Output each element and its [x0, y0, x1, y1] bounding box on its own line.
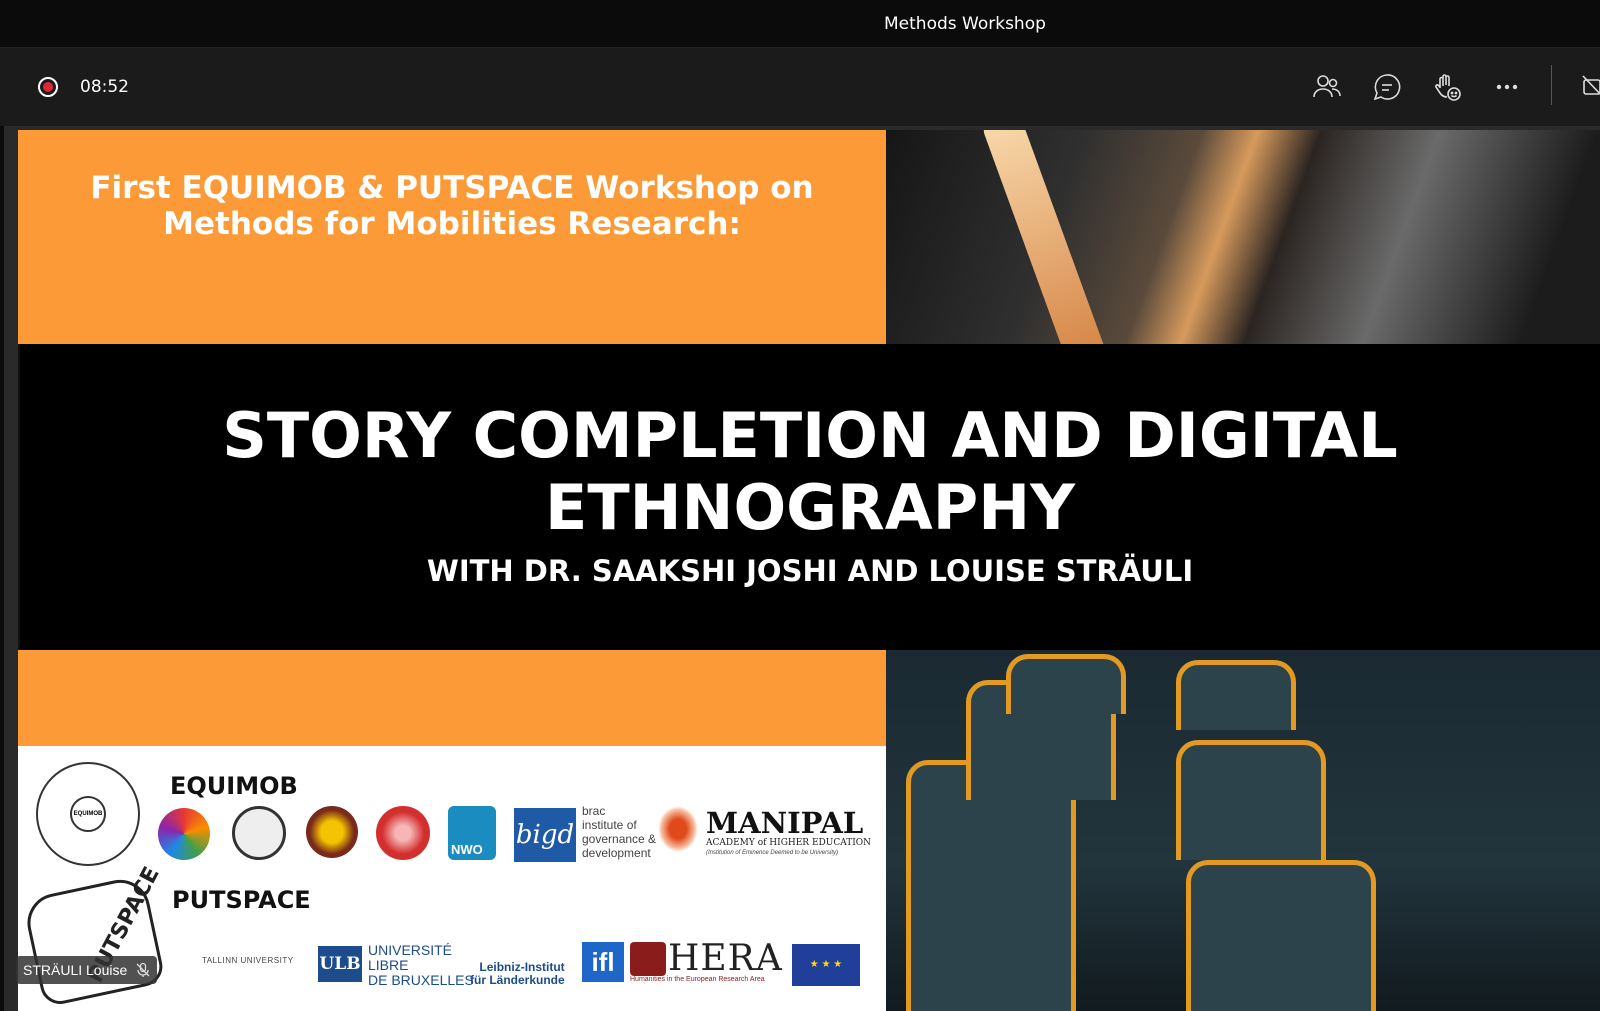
shared-screen: First EQUIMOB & PUTSPACE Workshop on Met…: [4, 126, 1600, 1011]
manipal-emblem: [658, 806, 698, 852]
more-options-icon[interactable]: [1492, 72, 1522, 102]
nwo-label: NWO: [451, 842, 483, 857]
hera-logo: HERA: [668, 938, 783, 979]
slide-orange-panel: [18, 650, 886, 746]
ceiling-light: [981, 130, 1111, 379]
bus-ceiling-photo: [886, 130, 1600, 379]
toolbar-divider: [1551, 65, 1552, 105]
brac-institute-text: brac institute of governance & developme…: [582, 804, 657, 860]
manipal-subtitle: ACADEMY of HIGHER EDUCATION: [706, 838, 872, 848]
bus-seats-photo: [886, 650, 1600, 1011]
participant-name: STRÄULI Louise: [23, 962, 128, 978]
ifl-logo: ifl: [582, 942, 624, 982]
title-banner: STORY COMPLETION AND DIGITAL ETHNOGRAPHY…: [20, 344, 1600, 650]
workshop-title-line1: First EQUIMOB & PUTSPACE Workshop on: [90, 170, 814, 206]
manipal-name: MANIPAL: [706, 806, 864, 840]
title-bar: Methods Workshop: [0, 0, 1600, 48]
bus-seat: [1176, 660, 1296, 730]
slide-header-panel: First EQUIMOB & PUTSPACE Workshop on Met…: [18, 130, 886, 344]
equimob-label: EQUIMOB: [170, 772, 298, 800]
bigd-logo: bigd: [514, 808, 576, 862]
hera-subtitle: Humanities in the European Research Area: [630, 976, 765, 983]
meeting-timer: 08:52: [80, 77, 129, 97]
ulb-logo: ULB: [318, 946, 362, 982]
slide-subtitle: WITH DR. SAAKSHI JOSHI AND LOUISE STRÄUL…: [426, 554, 1194, 588]
chat-icon[interactable]: [1372, 72, 1402, 102]
equimob-logo: EQUIMOB: [36, 762, 140, 866]
eu-flag-icon: ★ ★ ★: [792, 944, 860, 986]
partner-logo-red-seal: [376, 806, 430, 860]
hera-emblem: [630, 942, 666, 976]
partner-logo-iseg: [232, 806, 286, 860]
bus-seat: [1186, 860, 1376, 1011]
partner-logo-utrecht: [306, 806, 358, 858]
equimob-logo-center: EQUIMOB: [70, 796, 106, 832]
camera-icon[interactable]: [1582, 74, 1600, 100]
recording-indicator-icon: [38, 77, 58, 97]
nwo-logo: NWO: [448, 806, 496, 860]
window-title: Methods Workshop: [884, 14, 1046, 34]
participant-name-tag: STRÄULI Louise: [16, 956, 158, 984]
slide-title: STORY COMPLETION AND DIGITAL ETHNOGRAPHY: [20, 400, 1600, 544]
mic-off-icon: [136, 962, 150, 977]
manipal-subtitle-small: (Institution of Eminence Deemed to be Un…: [706, 850, 839, 856]
meeting-toolbar: 08:52: [0, 48, 1600, 126]
ulb-text: UNIVERSITÉ LIBRE DE BRUXELLES: [368, 942, 474, 988]
putspace-label: PUTSPACE: [172, 886, 311, 914]
putspace-logo: PUTSPACE: [21, 863, 167, 1008]
raise-hand-icon[interactable]: [1432, 72, 1462, 102]
bus-seat: [1006, 654, 1126, 714]
partner-logo-colorful: [158, 808, 210, 860]
leibniz-institut-text: Leibniz-Institut für Länderkunde: [470, 960, 565, 987]
bus-seat: [1176, 740, 1326, 860]
slide-title-line1: STORY COMPLETION AND DIGITAL: [222, 399, 1398, 472]
people-icon[interactable]: [1312, 72, 1342, 102]
workshop-title-line2: Methods for Mobilities Research:: [163, 206, 741, 242]
tallinn-university-logo: TALLINN UNIVERSITY: [202, 956, 294, 965]
presentation-slide: First EQUIMOB & PUTSPACE Workshop on Met…: [18, 130, 1600, 1011]
slide-title-line2: ETHNOGRAPHY: [545, 471, 1075, 544]
workshop-title: First EQUIMOB & PUTSPACE Workshop on Met…: [18, 170, 886, 242]
